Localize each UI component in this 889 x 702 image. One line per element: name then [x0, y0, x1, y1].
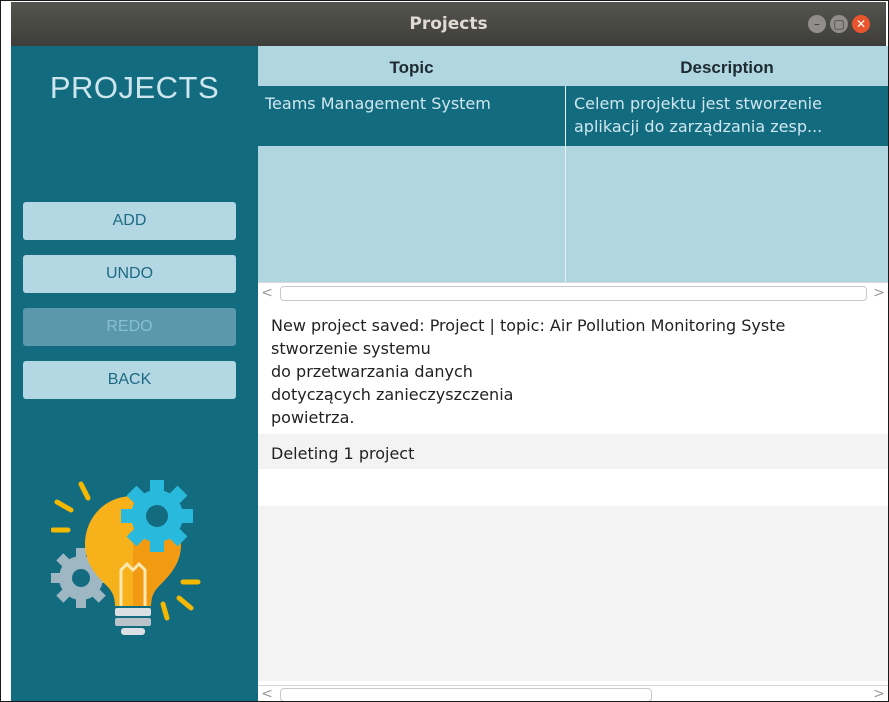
scroll-thumb[interactable]	[280, 688, 652, 701]
scroll-right-icon[interactable]: >	[870, 686, 888, 701]
cell-topic: Teams Management System	[265, 94, 491, 113]
log-row-stripe	[258, 506, 888, 541]
log-row-stripe	[258, 576, 888, 611]
undo-button[interactable]: UNDO	[23, 255, 236, 293]
lightbulb-gears-icon	[51, 480, 201, 635]
back-button[interactable]: BACK	[23, 361, 236, 399]
redo-button[interactable]: REDO	[23, 308, 236, 346]
log-horizontal-scrollbar[interactable]: < >	[258, 685, 888, 701]
cell-description-line2: aplikacji do zarządzania zesp...	[574, 117, 823, 136]
log-entry-line: stworzenie systemu	[271, 339, 431, 358]
log-entry-line: dotyczących zanieczyszczenia	[271, 385, 514, 404]
activity-log: New project saved: Project | topic: Air …	[258, 303, 888, 685]
maximize-icon[interactable]: ▢	[830, 15, 848, 33]
table-horizontal-scrollbar[interactable]: < >	[258, 282, 888, 303]
close-icon[interactable]: ✕	[852, 15, 870, 33]
scroll-left-icon[interactable]: <	[258, 686, 276, 701]
sidebar: PROJECTS ADD UNDO REDO BACK	[11, 46, 258, 701]
title-bar[interactable]: Projects – ▢ ✕	[11, 2, 886, 46]
scroll-thumb[interactable]	[280, 286, 867, 301]
log-entry-line: do przetwarzania danych	[271, 362, 473, 381]
log-row-stripe	[258, 541, 888, 576]
log-row-stripe	[258, 646, 888, 681]
application-window: Projects – ▢ ✕ PROJECTS ADD UNDO REDO BA…	[0, 0, 889, 702]
window-title: Projects	[409, 14, 488, 34]
scroll-right-icon[interactable]: >	[870, 283, 888, 303]
minimize-icon[interactable]: –	[808, 15, 826, 33]
column-divider	[565, 86, 566, 282]
log-row-stripe	[258, 611, 888, 646]
log-entry-line: powietrza.	[271, 408, 355, 427]
projects-table: Topic Description Teams Management Syste…	[258, 46, 888, 282]
sidebar-heading: PROJECTS	[49, 70, 220, 105]
cell-description-line1: Celem projektu jest stworzenie	[574, 94, 822, 113]
column-header-description[interactable]: Description	[566, 46, 888, 86]
log-entry-line: Deleting 1 project	[271, 444, 415, 463]
log-entry-line: New project saved: Project | topic: Air …	[271, 316, 786, 335]
add-button[interactable]: ADD	[23, 202, 236, 240]
table-header: Topic Description	[258, 46, 888, 86]
column-header-topic[interactable]: Topic	[258, 46, 565, 86]
scroll-left-icon[interactable]: <	[258, 283, 276, 303]
table-row[interactable]: Teams Management System Celem projektu j…	[258, 86, 888, 146]
